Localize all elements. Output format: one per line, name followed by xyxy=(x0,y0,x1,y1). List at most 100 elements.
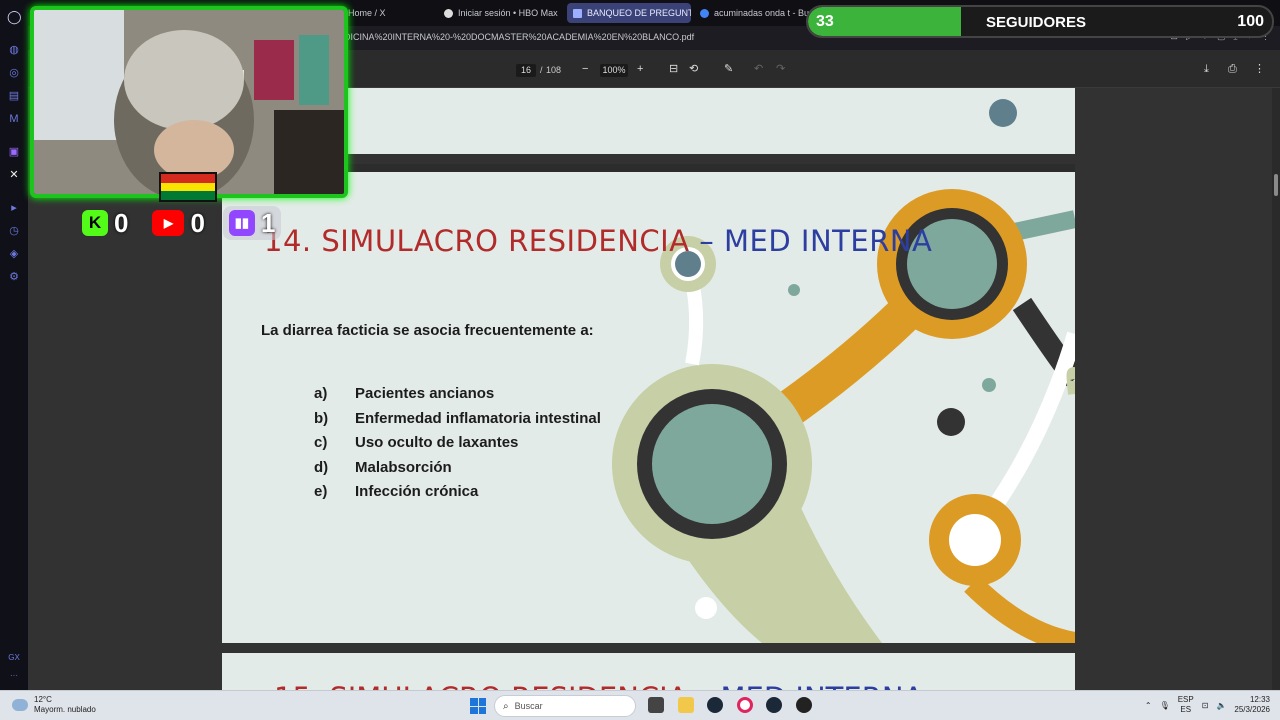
undo-icon[interactable]: ↶ xyxy=(754,62,763,76)
download-icon[interactable]: ⤓ xyxy=(1204,62,1209,76)
tab-label: BANQUEO DE PREGUNTA xyxy=(587,8,691,18)
tab-google[interactable]: acuminadas onda t - Bu xyxy=(694,3,814,23)
zoom-out-icon[interactable]: − xyxy=(582,62,588,76)
gx-icon[interactable]: GX ··· xyxy=(0,653,28,680)
more-options-icon[interactable]: ⋮ xyxy=(1254,62,1265,76)
lang-top: ESP xyxy=(1177,695,1194,704)
start-button[interactable] xyxy=(470,698,486,714)
zoom-in-icon[interactable]: + xyxy=(637,62,643,76)
page-number-input[interactable]: 16 xyxy=(516,64,536,77)
browser-sidebar: ◯ ◍ ◎ ▤ M ▣ ✕ ▸ ◷ ◈ ⚙ GX ··· xyxy=(0,0,28,690)
clock[interactable]: 12:33 25/3/2026 xyxy=(1234,695,1270,715)
microphone-icon[interactable]: 🎙 xyxy=(1160,701,1170,710)
rotate-icon[interactable]: ⟲ xyxy=(689,62,698,76)
social-counters: K 0 ▶ 0 ▮▮ 1 xyxy=(76,206,282,240)
pdf-page-next: 15. SIMULACRO RESIDENCIA – MED INTERNA xyxy=(222,653,1075,690)
followers-goal: 100 xyxy=(1237,13,1264,30)
hbo-tab-icon xyxy=(444,8,453,18)
pdf-page-current: 14. SIMULACRO RESIDENCIA – MED INTERNA L… xyxy=(222,164,1075,643)
steam-icon[interactable] xyxy=(707,697,723,713)
title-red-part: SIMULACRO RESIDENCIA xyxy=(321,224,690,258)
youtube-counter: ▶ 0 xyxy=(146,206,210,240)
print-icon[interactable]: ⎙ xyxy=(1228,62,1237,76)
pdf-page-previous xyxy=(222,88,1075,154)
opera-icon[interactable] xyxy=(737,697,753,713)
scrollbar-thumb[interactable] xyxy=(1274,174,1278,196)
question-text: La diarrea facticia se asocia frecuentem… xyxy=(261,322,594,339)
windows-taskbar: 12°C Mayorm. nublado ⌕ Buscar ⌃ 🎙 ESP ES… xyxy=(0,690,1280,720)
system-tray: ⌃ 🎙 ESP ES ⊡ 🔈 12:33 25/3/2026 xyxy=(1145,695,1270,715)
chevron-up-icon[interactable]: ⌃ xyxy=(1145,701,1152,710)
flag-stripe xyxy=(161,182,215,192)
tab-label: Iniciar sesión • HBO Max xyxy=(458,8,558,18)
messenger-icon[interactable]: ◍ xyxy=(7,43,21,57)
answer-options: a) Pacientes ancianos b) Enfermedad inflam… xyxy=(314,385,601,508)
twitch-sidebar-icon[interactable]: ▣ xyxy=(7,145,21,159)
language-indicator[interactable]: ESP ES xyxy=(1178,695,1194,715)
tab-banqueo[interactable]: BANQUEO DE PREGUNTA xyxy=(567,3,691,23)
volume-icon[interactable]: 🔈 xyxy=(1216,701,1226,710)
redo-icon[interactable]: ↷ xyxy=(776,62,785,76)
slide-title: 14. SIMULACRO RESIDENCIA – MED INTERNA xyxy=(264,224,932,258)
youtube-icon: ▶ xyxy=(152,210,185,236)
twitch-count: 1 xyxy=(260,207,276,238)
file-explorer-icon[interactable] xyxy=(678,697,694,713)
followers-goal-bar: 33 SEGUIDORES 100 xyxy=(806,5,1274,38)
network-icon[interactable]: ⊡ xyxy=(1202,701,1209,710)
list-item: c) Uso oculto de laxantes xyxy=(314,434,601,459)
list-item: b) Enfermedad inflamatoria intestinal xyxy=(314,410,601,435)
settings-icon[interactable]: ⚙ xyxy=(7,270,21,284)
scrollbar[interactable] xyxy=(1272,88,1280,690)
option-letter: d) xyxy=(314,458,329,476)
option-letter: a) xyxy=(314,385,328,402)
title-blue-part: MED INTERNA xyxy=(724,224,933,258)
player-icon[interactable]: ▸ xyxy=(7,201,21,215)
webcam-feed xyxy=(34,10,344,194)
kick-count: 0 xyxy=(114,207,129,238)
page-separator: / xyxy=(540,65,543,75)
kick-counter: K 0 xyxy=(76,206,134,240)
tab-label: Home / X xyxy=(348,8,386,18)
slide-number: 15. xyxy=(274,681,320,690)
whatsapp-icon[interactable]: ◎ xyxy=(7,66,21,80)
zoom-input[interactable]: 100% xyxy=(600,64,628,77)
kick-icon: K xyxy=(82,210,108,236)
list-item: e) Infección crónica xyxy=(314,483,601,508)
fit-page-icon[interactable]: ⊟ xyxy=(669,62,678,76)
lang-bottom: ES xyxy=(1180,705,1192,714)
tab-label: acuminadas onda t - Bu xyxy=(714,8,810,18)
search-icon: ⌕ xyxy=(503,700,509,712)
google-tab-icon xyxy=(700,8,709,18)
webcam-overlay xyxy=(30,6,348,198)
opera-logo-icon[interactable]: ◯ xyxy=(7,10,22,24)
option-text: Infección crónica xyxy=(355,483,479,500)
clock-date: 25/3/2026 xyxy=(1234,705,1270,714)
search-placeholder: Buscar xyxy=(514,701,543,711)
title-blue-part: MED INTERNA xyxy=(721,681,924,690)
twitch-counter: ▮▮ 1 xyxy=(222,206,282,240)
tab-hbo[interactable]: Iniciar sesión • HBO Max xyxy=(438,3,564,23)
taskbar-search[interactable]: ⌕ Buscar xyxy=(494,695,636,717)
flag-stripe xyxy=(161,191,215,201)
temperature: 12°C xyxy=(34,695,52,704)
slide-decoration xyxy=(989,99,1017,127)
option-text: Enfermedad inflamatoria intestinal xyxy=(355,409,601,427)
x-sidebar-icon[interactable]: ✕ xyxy=(7,168,21,182)
bookmarks-icon[interactable]: ▤ xyxy=(7,89,21,103)
obs-icon[interactable] xyxy=(796,697,812,713)
twitch-icon: ▮▮ xyxy=(228,210,255,236)
option-text: Pacientes ancianos xyxy=(355,385,495,402)
clock-time: 12:33 xyxy=(1249,695,1270,704)
next-slide-title: 15. SIMULACRO RESIDENCIA – MED INTERNA xyxy=(274,681,923,690)
weather-widget[interactable]: 12°C Mayorm. nublado xyxy=(12,695,96,715)
task-view-icon[interactable] xyxy=(648,697,664,713)
list-item: a) Pacientes ancianos xyxy=(314,385,601,410)
mail-icon[interactable]: M xyxy=(7,112,21,126)
flag-stripe xyxy=(161,174,215,183)
weather-description: Mayorm. nublado xyxy=(34,705,96,714)
pinboard-icon[interactable]: ◈ xyxy=(7,247,21,261)
url-text[interactable]: DICINA%20INTERNA%20-%20DOCMASTER%20ACADE… xyxy=(344,32,694,42)
steam-alt-icon[interactable] xyxy=(766,697,782,713)
history-icon[interactable]: ◷ xyxy=(7,224,21,238)
draw-icon[interactable]: ✎ xyxy=(724,62,733,76)
